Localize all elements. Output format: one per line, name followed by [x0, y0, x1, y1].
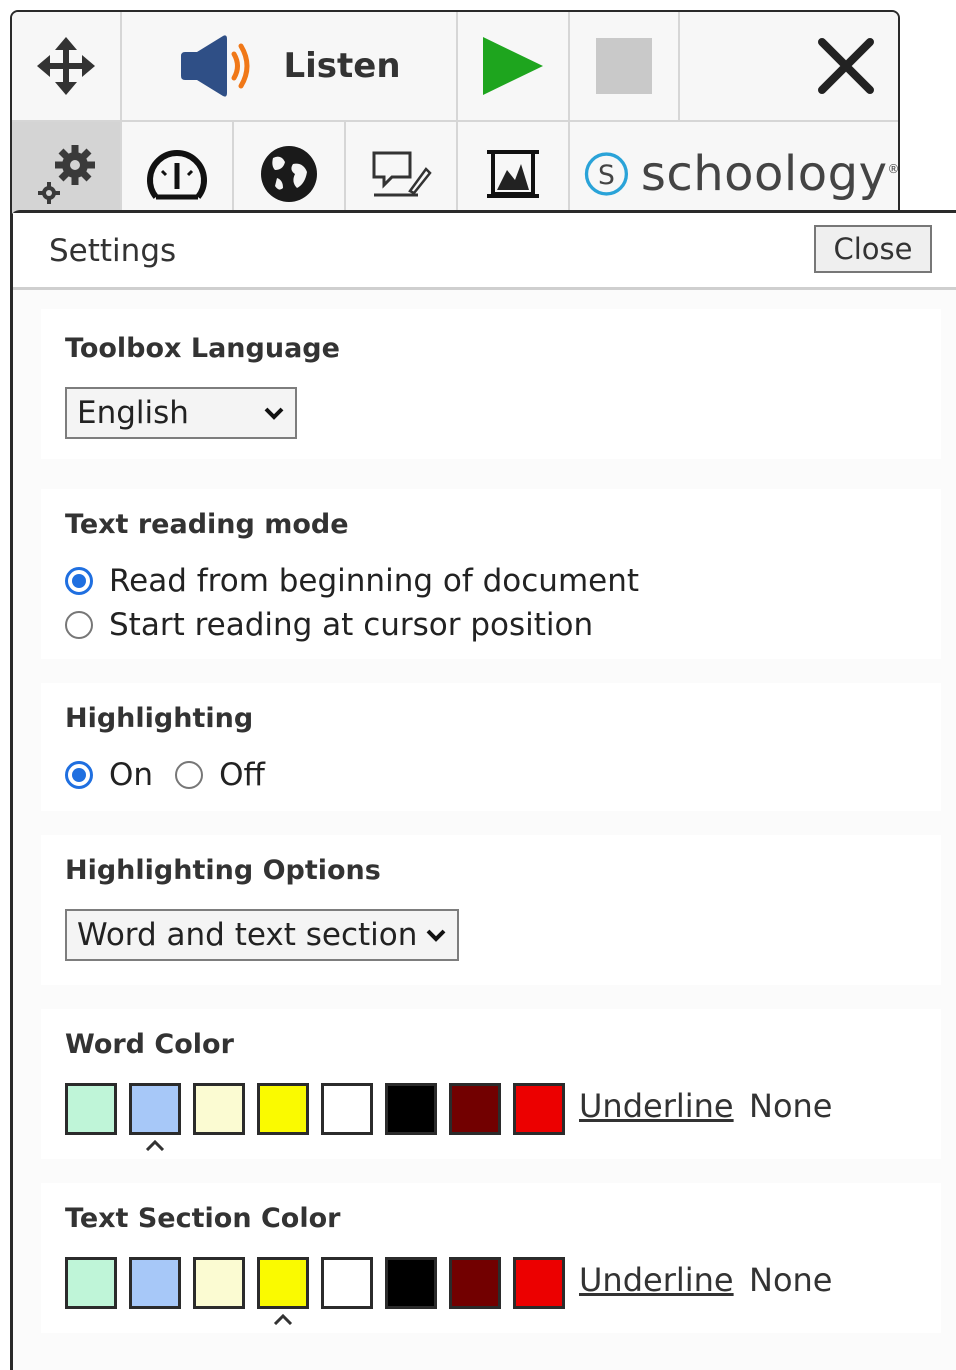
toolbox: Listen S schoology® — [10, 10, 900, 225]
word-color-title: Word Color — [65, 1029, 234, 1060]
word-none-option[interactable]: None — [749, 1087, 832, 1125]
toolbox-language-title: Toolbox Language — [65, 333, 340, 364]
section-color-swatch-6[interactable] — [385, 1257, 437, 1309]
settings-header: Settings Close — [13, 213, 956, 290]
stop-icon — [596, 38, 652, 94]
word-color-swatch-6[interactable] — [385, 1083, 437, 1135]
selected-caret-icon — [273, 1313, 293, 1325]
highlighting-options-section: Highlighting Options Word and text secti… — [41, 835, 941, 985]
text-reading-mode-title: Text reading mode — [65, 509, 349, 540]
word-color-swatch-5[interactable] — [321, 1083, 373, 1135]
settings-panel: Settings Close Toolbox Language English … — [10, 210, 956, 1370]
radio-unchecked[interactable] — [175, 761, 204, 789]
word-color-swatch-3[interactable] — [193, 1083, 245, 1135]
highlighting-off-option[interactable]: Off — [175, 757, 265, 793]
schoology-wordmark: schoology® — [640, 145, 900, 202]
highlighting-options-title: Highlighting Options — [65, 855, 381, 886]
settings-gear-icon — [38, 144, 95, 204]
selected-caret-icon — [145, 1139, 165, 1151]
text-section-color-title: Text Section Color — [65, 1203, 341, 1234]
text-reading-mode-section: Text reading mode Read from beginning of… — [41, 489, 941, 659]
toolbox-language-select[interactable]: English — [65, 387, 297, 439]
settings-title: Settings — [49, 233, 177, 269]
section-color-swatch-3[interactable] — [193, 1257, 245, 1309]
text-section-color-section: Text Section Color Underline None — [41, 1183, 941, 1333]
highlighting-on-option[interactable]: On — [65, 757, 153, 793]
speaker-icon — [181, 35, 250, 97]
annotate-icon — [372, 151, 432, 196]
section-color-swatch-7[interactable] — [449, 1257, 501, 1309]
highlighting-title: Highlighting — [65, 703, 254, 734]
highlighting-options-row: On Off — [65, 757, 265, 793]
section-none-option[interactable]: None — [749, 1261, 832, 1299]
word-color-swatch-1[interactable] — [65, 1083, 117, 1135]
schoology-logo: S — [584, 151, 629, 196]
highlighting-section: Highlighting On Off — [41, 683, 941, 811]
word-underline-option[interactable]: Underline — [579, 1087, 734, 1125]
section-underline-option[interactable]: Underline — [579, 1261, 734, 1299]
section-color-swatch-2[interactable] — [129, 1257, 181, 1309]
word-color-swatch-7[interactable] — [449, 1083, 501, 1135]
play-icon — [483, 37, 543, 95]
word-color-swatch-8[interactable] — [513, 1083, 565, 1135]
word-color-section: Word Color Underline None — [41, 1009, 941, 1159]
close-toolbox-button[interactable] — [680, 12, 898, 122]
svg-text:S: S — [598, 159, 615, 190]
close-icon — [818, 38, 874, 94]
picture-dictionary-icon — [487, 149, 539, 198]
radio-checked[interactable] — [65, 567, 93, 595]
globe-icon — [261, 145, 317, 202]
word-color-swatch-2[interactable] — [129, 1083, 181, 1135]
radio-checked[interactable] — [65, 761, 93, 789]
move-icon — [37, 37, 95, 95]
radio-unchecked[interactable] — [65, 611, 93, 639]
reading-mode-option-beginning[interactable]: Read from beginning of document — [65, 563, 639, 599]
toolbox-language-value: English — [77, 395, 189, 431]
stop-button[interactable] — [570, 12, 680, 122]
word-color-swatch-4[interactable] — [257, 1083, 309, 1135]
section-color-swatch-5[interactable] — [321, 1257, 373, 1309]
listen-label: Listen — [283, 46, 401, 86]
section-color-swatch-8[interactable] — [513, 1257, 565, 1309]
highlighting-options-value: Word and text section — [77, 917, 418, 953]
listen-button[interactable]: Listen — [122, 12, 458, 122]
speed-gauge-icon — [147, 149, 207, 199]
highlighting-options-select[interactable]: Word and text section — [65, 909, 459, 961]
chevron-down-icon — [426, 929, 446, 942]
section-color-swatch-1[interactable] — [65, 1257, 117, 1309]
close-settings-button[interactable]: Close — [814, 225, 932, 273]
toolbox-language-section: Toolbox Language English — [41, 309, 941, 459]
move-button[interactable] — [12, 12, 122, 122]
play-button[interactable] — [458, 12, 570, 122]
chevron-down-icon — [264, 407, 284, 420]
reading-mode-option-cursor[interactable]: Start reading at cursor position — [65, 607, 593, 643]
section-color-swatch-4[interactable] — [257, 1257, 309, 1309]
